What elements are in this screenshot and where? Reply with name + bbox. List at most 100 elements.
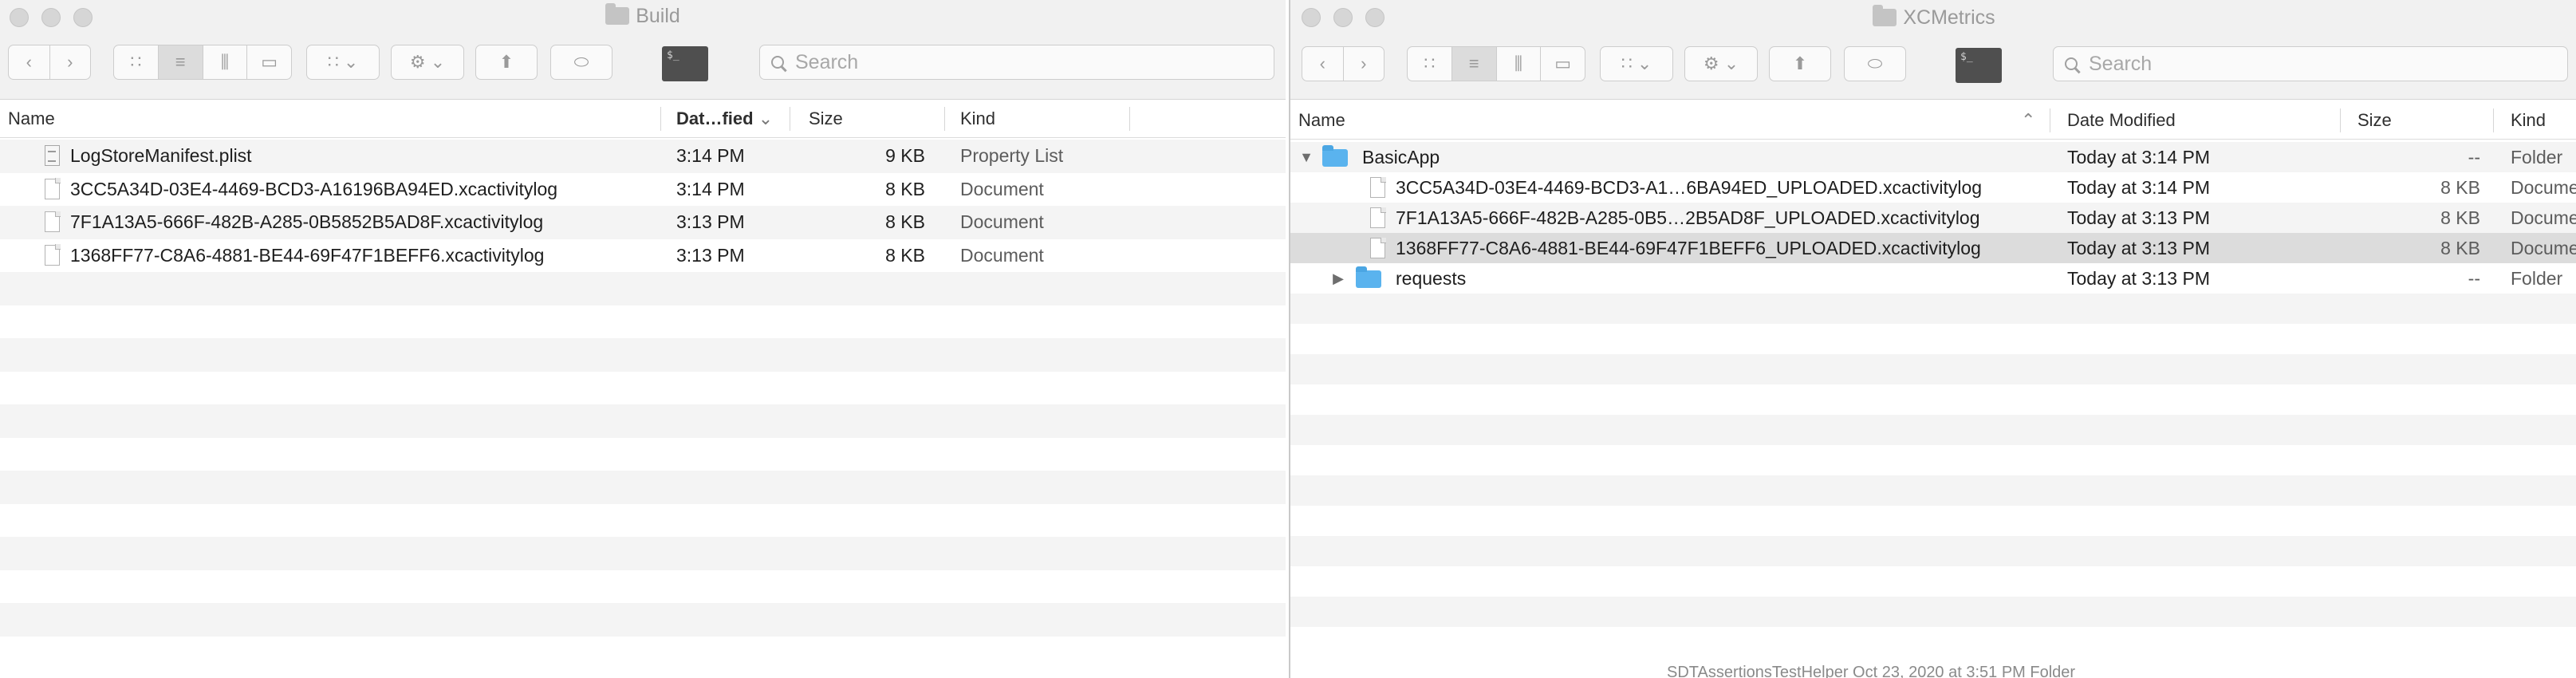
search-field[interactable] — [759, 45, 1274, 80]
group-by-button[interactable]: ∷ ⌄ — [1600, 46, 1673, 81]
forward-button[interactable]: › — [49, 45, 91, 79]
file-date: 3:14 PM — [676, 145, 745, 166]
file-name: 7F1A13A5-666F-482B-A285-0B5852B5AD8F.xca… — [70, 211, 544, 232]
folder-icon — [1873, 5, 1897, 26]
file-kind: Document — [960, 178, 1044, 199]
gallery-icon: ▭ — [1554, 53, 1572, 73]
group-by-button[interactable]: ∷ ⌄ — [306, 45, 380, 80]
chevron-right-icon: › — [67, 52, 73, 72]
file-size: 8 KB — [2440, 238, 2480, 258]
list-view-button[interactable]: ≡ — [157, 45, 203, 79]
icon-view-button[interactable]: ∷ — [1408, 47, 1451, 81]
file-date: Today at 3:14 PM — [2067, 177, 2210, 198]
tag-icon: ⬭ — [573, 52, 589, 72]
tags-button[interactable]: ⬭ — [1844, 46, 1906, 81]
kind-column-header[interactable]: Kind — [2511, 102, 2546, 139]
column-divider[interactable] — [660, 107, 661, 131]
search-icon — [2065, 57, 2078, 70]
chevron-down-icon: ⌄ — [1637, 53, 1652, 73]
terminal-icon[interactable]: $_ — [662, 46, 708, 81]
empty-row — [1290, 354, 2576, 384]
columns-icon: ⫼ — [220, 52, 229, 72]
window-title: Build — [0, 3, 1286, 28]
column-view-button[interactable]: ⫼ — [202, 45, 247, 79]
file-size: 8 KB — [885, 178, 925, 199]
folder-icon — [1322, 145, 1348, 167]
forward-button[interactable]: › — [1342, 47, 1385, 81]
column-divider[interactable] — [2340, 108, 2341, 132]
empty-row — [1290, 475, 2576, 506]
date-column-header[interactable]: Dat…fied ⌄ — [676, 101, 773, 137]
gear-icon: ⚙ — [1703, 53, 1719, 73]
kind-column-header[interactable]: Kind — [960, 101, 995, 137]
document-icon — [1370, 176, 1386, 198]
file-kind: Docume — [2511, 207, 2576, 228]
file-size: -- — [2468, 268, 2480, 289]
search-input[interactable] — [794, 49, 1199, 75]
column-divider[interactable] — [1129, 107, 1130, 131]
plist-file-icon — [45, 145, 60, 166]
window-title-text: Build — [636, 5, 680, 27]
sort-descending-icon: ⌄ — [758, 108, 774, 128]
empty-row — [0, 338, 1286, 372]
column-divider[interactable] — [944, 107, 945, 131]
list-icon: ≡ — [1468, 53, 1479, 73]
file-kind: Docume — [2511, 177, 2576, 198]
file-name: 3CC5A34D-03E4-4469-BCD3-A1…6BA94ED_UPLOA… — [1396, 177, 1983, 198]
gear-icon: ⚙ — [409, 52, 426, 72]
file-row[interactable]: 7F1A13A5-666F-482B-A285-0B5…2B5AD8F_UPLO… — [1290, 203, 2576, 233]
action-button[interactable]: ⚙ ⌄ — [1684, 46, 1758, 81]
folder-row[interactable]: ▼ BasicApp Today at 3:14 PM -- Folder — [1290, 142, 2576, 172]
back-forward-control: ‹ › — [8, 45, 91, 80]
group-icon: ∷ — [1621, 53, 1633, 73]
file-row[interactable]: 7F1A13A5-666F-482B-A285-0B5852B5AD8F.xca… — [0, 206, 1286, 239]
file-row[interactable]: 3CC5A34D-03E4-4469-BCD3-A1…6BA94ED_UPLOA… — [1290, 172, 2576, 203]
file-date: 3:13 PM — [676, 211, 745, 232]
grid-icon: ∷ — [130, 52, 142, 72]
empty-row — [0, 404, 1286, 438]
icon-view-button[interactable]: ∷ — [114, 45, 158, 79]
date-column-header[interactable]: Date Modified — [2067, 102, 2176, 139]
terminal-icon[interactable]: $_ — [1956, 48, 2002, 83]
document-icon — [1370, 237, 1386, 258]
file-name: 1368FF77-C8A6-4881-BE44-69F47F1BEFF6.xca… — [70, 244, 545, 266]
file-date: Today at 3:13 PM — [2067, 268, 2210, 289]
column-divider[interactable] — [2493, 108, 2494, 132]
file-row[interactable]: 1368FF77-C8A6-4881-BE44-69F47F1BEFF6.xca… — [0, 239, 1286, 273]
gallery-view-button[interactable]: ▭ — [1540, 47, 1585, 81]
tags-button[interactable]: ⬭ — [550, 45, 612, 80]
disclosure-collapsed-icon[interactable]: ▶ — [1330, 263, 1346, 294]
file-row[interactable]: LogStoreManifest.plist 3:14 PM 9 KB Prop… — [0, 140, 1286, 173]
share-button[interactable]: ⬆ — [475, 45, 538, 80]
file-name: requests — [1396, 268, 1467, 289]
file-row[interactable]: 3CC5A34D-03E4-4469-BCD3-A16196BA94ED.xca… — [0, 173, 1286, 207]
file-row-selected[interactable]: 1368FF77-C8A6-4881-BE44-69F47F1BEFF6_UPL… — [1290, 233, 2576, 263]
action-button[interactable]: ⚙ ⌄ — [391, 45, 464, 80]
file-kind: Property List — [960, 145, 1064, 166]
name-column-header[interactable]: Name — [1298, 102, 1345, 139]
gallery-icon: ▭ — [261, 52, 278, 72]
back-forward-control: ‹ › — [1302, 46, 1385, 81]
gallery-view-button[interactable]: ▭ — [246, 45, 291, 79]
file-kind: Docume — [2511, 238, 2576, 258]
back-button[interactable]: ‹ — [9, 45, 49, 79]
folder-row[interactable]: ▶ requests Today at 3:13 PM -- Folder — [1290, 263, 2576, 294]
search-input[interactable] — [2087, 51, 2492, 77]
sort-ascending-icon: ⌃ — [2021, 110, 2036, 130]
share-button[interactable]: ⬆ — [1769, 46, 1831, 81]
size-column-header[interactable]: Size — [809, 101, 843, 137]
window-title: XCMetrics — [1290, 5, 2576, 30]
list-icon: ≡ — [175, 52, 186, 72]
back-button[interactable]: ‹ — [1302, 47, 1343, 81]
column-view-button[interactable]: ⫼ — [1495, 47, 1541, 81]
name-column-header[interactable]: Name — [8, 101, 55, 137]
window-title-text: XCMetrics — [1903, 6, 1995, 29]
size-column-header[interactable]: Size — [2357, 102, 2392, 139]
disclosure-expanded-icon[interactable]: ▼ — [1298, 142, 1314, 172]
search-field[interactable] — [2053, 46, 2568, 81]
toolbar: Build ‹ › ∷ ≡ ⫼ ▭ ∷ ⌄ ⚙ ⌄ ⬆ ⬭ $_ — [0, 0, 1286, 100]
list-view-button[interactable]: ≡ — [1451, 47, 1496, 81]
view-mode-control: ∷ ≡ ⫼ ▭ — [113, 45, 292, 80]
chevron-down-icon: ⌄ — [1723, 53, 1739, 73]
empty-row — [0, 603, 1286, 637]
